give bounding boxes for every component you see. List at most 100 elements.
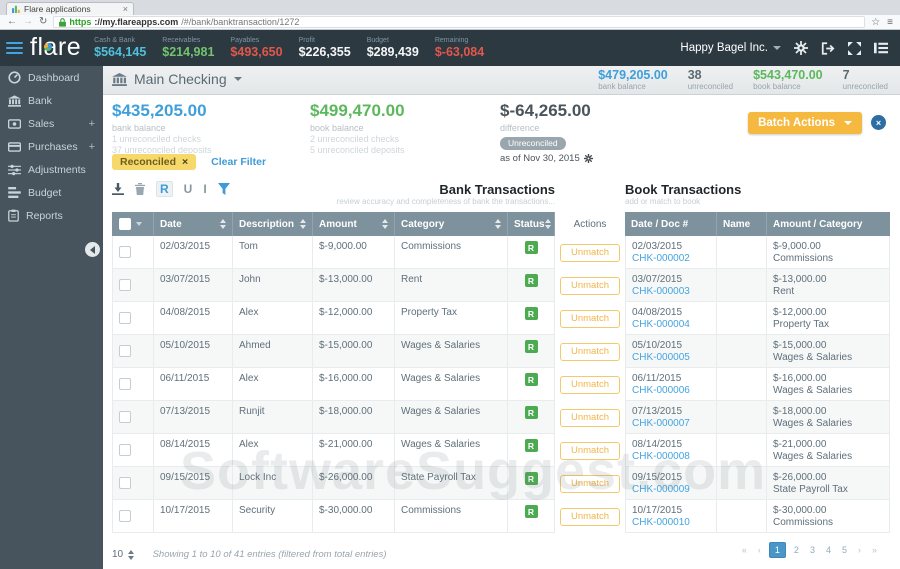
expand-plus-icon[interactable]: + <box>89 141 95 153</box>
col-category[interactable]: Category <box>395 212 508 236</box>
actions-cell: Unmatch <box>555 467 625 500</box>
flare-logo[interactable]: flare <box>30 33 81 62</box>
sidebar-item-reports[interactable]: Reports <box>0 204 103 227</box>
doc-number-link[interactable]: CHK-000004 <box>632 319 710 331</box>
unmatch-button[interactable]: Unmatch <box>559 243 620 262</box>
unmatch-button[interactable]: Unmatch <box>559 276 620 295</box>
bookmark-star-icon[interactable]: ☆ <box>871 17 880 28</box>
col-amount-category[interactable]: Amount / Category <box>767 212 890 236</box>
unmatch-button[interactable]: Unmatch <box>559 474 620 493</box>
doc-number-link[interactable]: CHK-000010 <box>632 517 710 529</box>
page-4[interactable]: 4 <box>823 542 834 558</box>
doc-number-link[interactable]: CHK-000003 <box>632 286 710 298</box>
page-first[interactable]: « <box>739 542 750 558</box>
sidebar-item-sales[interactable]: Sales + <box>0 112 103 135</box>
row-checkbox[interactable] <box>119 378 131 390</box>
doc-number-link[interactable]: CHK-000002 <box>632 253 710 265</box>
book-name-cell <box>717 302 767 335</box>
row-checkbox[interactable] <box>119 477 131 489</box>
batch-actions-button[interactable]: Batch Actions <box>748 112 862 134</box>
panel-toggle-icon[interactable] <box>874 42 888 54</box>
page-3[interactable]: 3 <box>807 542 818 558</box>
sidebar-item-adjustments[interactable]: Adjustments <box>0 158 103 181</box>
unmatch-button[interactable]: Unmatch <box>559 342 620 361</box>
transaction-row: 10/17/2015 Security $-30,000.00 Commissi… <box>112 500 890 533</box>
main-content: $435,205.00 bank balance 1 unreconciled … <box>103 95 900 569</box>
page-2[interactable]: 2 <box>791 542 802 558</box>
page-1[interactable]: 1 <box>768 542 786 558</box>
sidebar-toggle-icon[interactable] <box>0 39 27 57</box>
doc-number-link[interactable]: CHK-000006 <box>632 385 710 397</box>
kpi-strip: Cash & Bank $564,145 Receivables $214,98… <box>94 37 484 59</box>
company-menu[interactable]: Happy Bagel Inc. <box>680 42 781 54</box>
col-date-doc[interactable]: Date / Doc # <box>625 212 717 236</box>
unmatch-button[interactable]: Unmatch <box>559 408 620 427</box>
chevron-down-icon[interactable] <box>136 222 142 226</box>
unmatch-button[interactable]: Unmatch <box>559 507 620 526</box>
address-bar[interactable]: https://my.flareapps.com/#/bank/banktran… <box>53 16 866 28</box>
browser-toolbar: ← → ↻ https://my.flareapps.com/#/bank/ba… <box>0 15 900 30</box>
settings-gear-icon[interactable] <box>794 41 808 55</box>
doc-number-link[interactable]: CHK-000008 <box>632 451 710 463</box>
sort-icon[interactable] <box>300 219 306 229</box>
unmatch-button[interactable]: Unmatch <box>559 309 620 328</box>
select-all-checkbox[interactable] <box>119 218 131 230</box>
unmatch-button[interactable]: Unmatch <box>559 375 620 394</box>
row-checkbox[interactable] <box>119 246 131 258</box>
col-description[interactable]: Description <box>233 212 313 236</box>
doc-number-link[interactable]: CHK-000007 <box>632 418 710 430</box>
row-checkbox[interactable] <box>119 444 131 456</box>
sidebar-item-purchases[interactable]: Purchases + <box>0 135 103 158</box>
row-checkbox[interactable] <box>119 279 131 291</box>
col-name[interactable]: Name <box>717 212 767 236</box>
col-amount[interactable]: Amount <box>313 212 395 236</box>
book-name-cell <box>717 368 767 401</box>
sign-out-icon[interactable] <box>821 41 835 55</box>
clear-filter-link[interactable]: Clear Filter <box>211 156 266 168</box>
account-selector[interactable]: Main Checking <box>112 71 242 87</box>
doc-number-link[interactable]: CHK-000005 <box>632 352 710 364</box>
page-last[interactable]: » <box>869 542 880 558</box>
book-date: 07/13/2015 <box>632 406 683 417</box>
page-size-selector[interactable]: 10 <box>112 549 135 560</box>
sort-icon[interactable] <box>220 219 226 229</box>
book-name-cell <box>717 269 767 302</box>
page-5[interactable]: 5 <box>839 542 850 558</box>
col-status[interactable]: Status <box>508 212 555 236</box>
forward-icon[interactable]: → <box>23 17 33 27</box>
browser-menu-icon[interactable]: ≡ <box>887 17 893 28</box>
sort-icon[interactable] <box>495 219 501 229</box>
select-all-header[interactable] <box>112 212 154 236</box>
sort-icon[interactable] <box>544 219 551 229</box>
row-checkbox[interactable] <box>119 411 131 423</box>
row-checkbox[interactable] <box>119 345 131 357</box>
expand-plus-icon[interactable]: + <box>89 118 95 130</box>
reconciled-status-badge: R <box>524 406 538 419</box>
book-category: State Payroll Tax <box>773 484 848 495</box>
col-date[interactable]: Date <box>154 212 233 236</box>
sort-icon[interactable] <box>382 219 388 229</box>
sidebar-item-dashboard[interactable]: Dashboard <box>0 66 103 89</box>
back-icon[interactable]: ← <box>7 17 17 27</box>
fullscreen-icon[interactable] <box>848 41 861 55</box>
dashboard-icon <box>8 71 21 84</box>
page-prev[interactable]: ‹ <box>755 542 764 558</box>
browser-tab[interactable]: Flare applications × <box>6 2 134 15</box>
tab-close-icon[interactable]: × <box>123 4 128 14</box>
sidebar-item-bank[interactable]: Bank <box>0 89 103 112</box>
refresh-icon[interactable]: ↻ <box>39 17 47 27</box>
spinner-icon[interactable] <box>128 549 135 560</box>
row-checkbox[interactable] <box>119 312 131 324</box>
doc-number-link[interactable]: CHK-000009 <box>632 484 710 496</box>
bank-icon <box>8 94 21 107</box>
reconciled-status-badge: R <box>524 340 538 353</box>
row-checkbox[interactable] <box>119 510 131 522</box>
sidebar-item-budget[interactable]: Budget <box>0 181 103 204</box>
unmatch-button[interactable]: Unmatch <box>559 441 620 460</box>
sidebar-collapse-button[interactable] <box>85 242 100 257</box>
filter-chip-reconciled[interactable]: Reconciled × <box>112 154 197 170</box>
gear-mini-icon[interactable] <box>583 154 593 163</box>
page-next[interactable]: › <box>855 542 864 558</box>
chip-close-icon[interactable]: × <box>182 156 188 168</box>
close-panel-button[interactable]: × <box>871 115 886 130</box>
